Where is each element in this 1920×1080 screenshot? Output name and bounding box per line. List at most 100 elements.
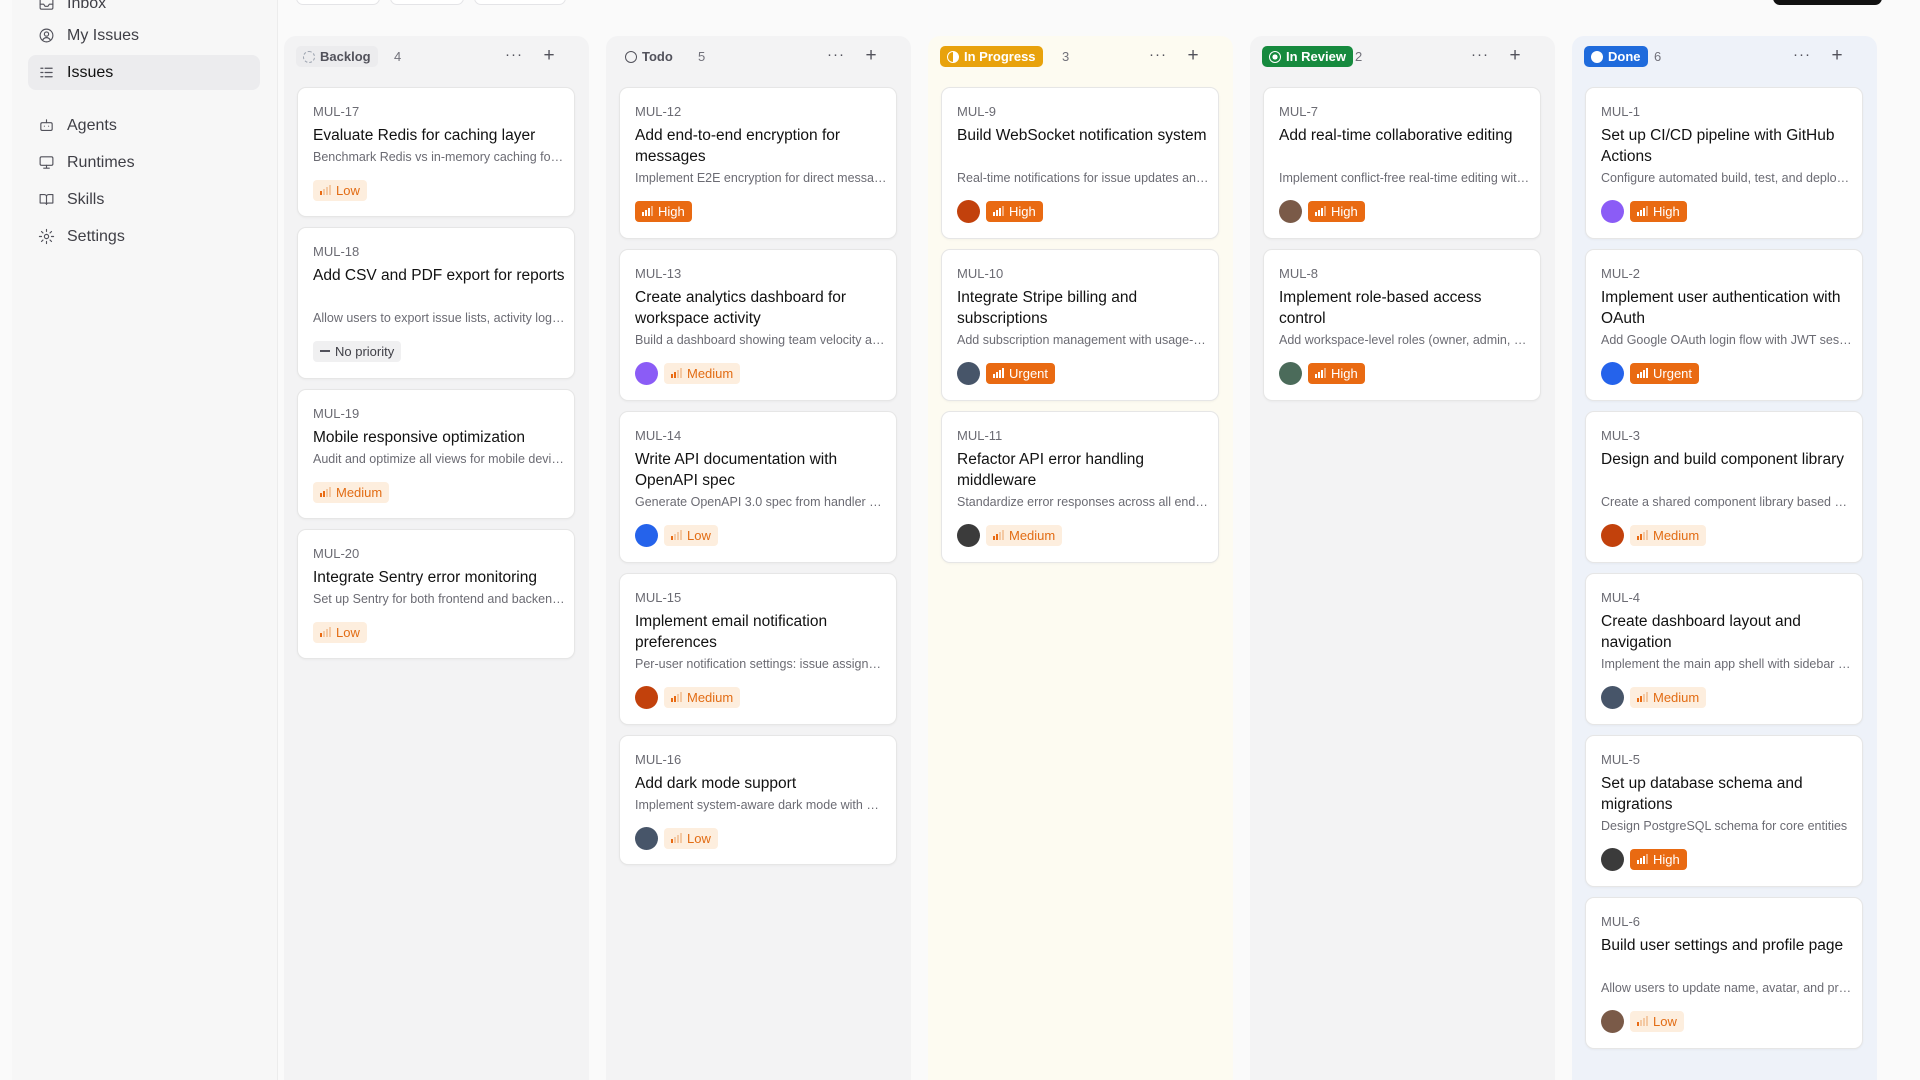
issue-card[interactable]: MUL-10 Integrate Stripe billing and subsc… — [941, 249, 1219, 401]
issue-card[interactable]: MUL-2 Implement user authentication with … — [1585, 249, 1863, 401]
priority-badge[interactable]: Urgent — [1630, 362, 1700, 384]
priority-badge[interactable]: No priority — [313, 340, 402, 362]
add-issue-icon[interactable]: + — [1182, 45, 1204, 67]
priority-badge[interactable]: High — [1630, 848, 1687, 870]
issue-description: Generate OpenAPI 3.0 spec from handler a… — [635, 495, 887, 509]
priority-label: Medium — [1653, 527, 1700, 543]
priority-bars-icon — [671, 692, 682, 702]
priority-badge[interactable]: Low — [313, 179, 367, 201]
priority-badge[interactable]: High — [1630, 200, 1687, 222]
priority-badge[interactable]: High — [1308, 200, 1365, 222]
issue-card[interactable]: MUL-12 Add end-to-end encryption for mess… — [619, 87, 897, 239]
status-chip[interactable]: Backlog — [296, 46, 378, 67]
avatar[interactable] — [635, 523, 658, 547]
avatar[interactable] — [1601, 685, 1624, 709]
issue-card[interactable]: MUL-18 Add CSV and PDF export for reports… — [297, 227, 575, 379]
primary-action-button[interactable] — [1773, 0, 1882, 5]
avatar[interactable] — [957, 361, 980, 385]
issue-id: MUL-9 — [957, 104, 997, 119]
issue-card[interactable]: MUL-4 Create dashboard layout and navigat… — [1585, 573, 1863, 725]
issue-title: Write API documentation with OpenAPI spe… — [635, 451, 838, 489]
sidebar-item-skills[interactable]: Skills — [28, 182, 260, 217]
issue-id: MUL-14 — [635, 428, 682, 443]
priority-badge[interactable]: High — [1308, 362, 1365, 384]
sidebar-item-runtimes[interactable]: Runtimes — [28, 145, 260, 180]
issue-id: MUL-1 — [1601, 104, 1641, 119]
avatar[interactable] — [635, 685, 658, 709]
issue-card[interactable]: MUL-17 Evaluate Redis for caching layer Be… — [297, 87, 575, 217]
priority-badge[interactable]: Medium — [1630, 686, 1707, 708]
avatar[interactable] — [1601, 361, 1624, 385]
issue-meta: Low — [313, 621, 367, 643]
issue-card[interactable]: MUL-11 Refactor API error handling middle… — [941, 411, 1219, 563]
issue-card[interactable]: MUL-5 Set up database schema and migratio… — [1585, 735, 1863, 887]
sidebar-item-label: Issues — [67, 63, 114, 81]
issue-title: Add real-time collaborative editing — [1279, 127, 1513, 144]
toolbar-button[interactable] — [296, 0, 380, 5]
issue-card[interactable]: MUL-1 Set up CI/CD pipeline with GitHub A… — [1585, 87, 1863, 239]
issue-card[interactable]: MUL-20 Integrate Sentry error monitoring S… — [297, 529, 575, 659]
monitor-icon — [37, 154, 55, 172]
more-options-icon[interactable]: ··· — [1469, 45, 1491, 67]
issue-card[interactable]: MUL-6 Build user settings and profile pag… — [1585, 897, 1863, 1049]
more-options-icon[interactable]: ··· — [1791, 45, 1813, 67]
issue-title: Build user settings and profile page — [1601, 937, 1844, 954]
sidebar-item-settings[interactable]: Settings — [28, 219, 260, 254]
avatar[interactable] — [957, 523, 980, 547]
status-chip[interactable]: Done — [1584, 46, 1648, 67]
avatar[interactable] — [1601, 199, 1624, 223]
issue-title: Implement email notification preferences — [635, 613, 828, 651]
more-options-icon[interactable]: ··· — [1147, 45, 1169, 67]
priority-badge[interactable]: Low — [664, 524, 718, 546]
priority-badge[interactable]: Medium — [986, 524, 1063, 546]
issue-card[interactable]: MUL-3 Design and build component library C… — [1585, 411, 1863, 563]
issue-card[interactable]: MUL-14 Write API documentation with OpenA… — [619, 411, 897, 563]
priority-badge[interactable]: Low — [313, 621, 367, 643]
issue-count: 2 — [1355, 49, 1363, 64]
add-issue-icon[interactable]: + — [538, 45, 560, 67]
more-options-icon[interactable]: ··· — [825, 45, 847, 67]
add-issue-icon[interactable]: + — [1504, 45, 1526, 67]
priority-badge[interactable]: Medium — [664, 686, 741, 708]
issue-card[interactable]: MUL-16 Add dark mode support Implement sys… — [619, 735, 897, 865]
priority-badge[interactable]: Medium — [313, 481, 390, 503]
priority-badge[interactable]: Low — [664, 827, 718, 849]
issue-count: 6 — [1654, 49, 1662, 64]
issue-card[interactable]: MUL-19 Mobile responsive optimization Audi… — [297, 389, 575, 519]
issue-card[interactable]: MUL-8 Implement role-based access control… — [1263, 249, 1541, 401]
add-issue-icon[interactable]: + — [1826, 45, 1848, 67]
priority-badge[interactable]: Urgent — [986, 362, 1056, 384]
status-chip[interactable]: In Review — [1262, 46, 1353, 67]
avatar[interactable] — [1601, 847, 1624, 871]
avatar[interactable] — [635, 361, 658, 385]
priority-badge[interactable]: High — [635, 200, 692, 222]
avatar[interactable] — [1279, 361, 1302, 385]
avatar[interactable] — [1601, 1009, 1624, 1033]
priority-bars-icon — [320, 487, 331, 497]
issue-card[interactable]: MUL-9 Build WebSocket notification system… — [941, 87, 1219, 239]
priority-label: High — [1331, 203, 1358, 219]
status-chip[interactable]: Todo — [618, 46, 680, 67]
toolbar-button[interactable] — [390, 0, 464, 5]
issue-card[interactable]: MUL-13 Create analytics dashboard for wor… — [619, 249, 897, 401]
priority-badge[interactable]: Medium — [664, 362, 741, 384]
sidebar-item-label: Runtimes — [67, 153, 135, 171]
priority-badge[interactable]: High — [986, 200, 1043, 222]
more-options-icon[interactable]: ··· — [503, 45, 525, 67]
avatar[interactable] — [1601, 523, 1624, 547]
sidebar-item-issues[interactable]: Issues — [28, 55, 260, 90]
issue-title: Add CSV and PDF export for reports — [313, 267, 565, 284]
toolbar-button[interactable] — [474, 0, 566, 5]
add-issue-icon[interactable]: + — [860, 45, 882, 67]
sidebar-item-agents[interactable]: Agents — [28, 108, 260, 143]
avatar[interactable] — [635, 826, 658, 850]
issue-card[interactable]: MUL-7 Add real-time collaborative editing… — [1263, 87, 1541, 239]
avatar[interactable] — [1279, 199, 1302, 223]
avatar[interactable] — [957, 199, 980, 223]
sidebar-item-my-issues[interactable]: My Issues — [28, 18, 260, 53]
issue-card[interactable]: MUL-15 Implement email notification prefe… — [619, 573, 897, 725]
priority-badge[interactable]: Low — [1630, 1010, 1684, 1032]
issue-title: Set up CI/CD pipeline with GitHub Action… — [1601, 127, 1835, 165]
priority-badge[interactable]: Medium — [1630, 524, 1707, 546]
status-chip[interactable]: In Progress — [940, 46, 1043, 67]
